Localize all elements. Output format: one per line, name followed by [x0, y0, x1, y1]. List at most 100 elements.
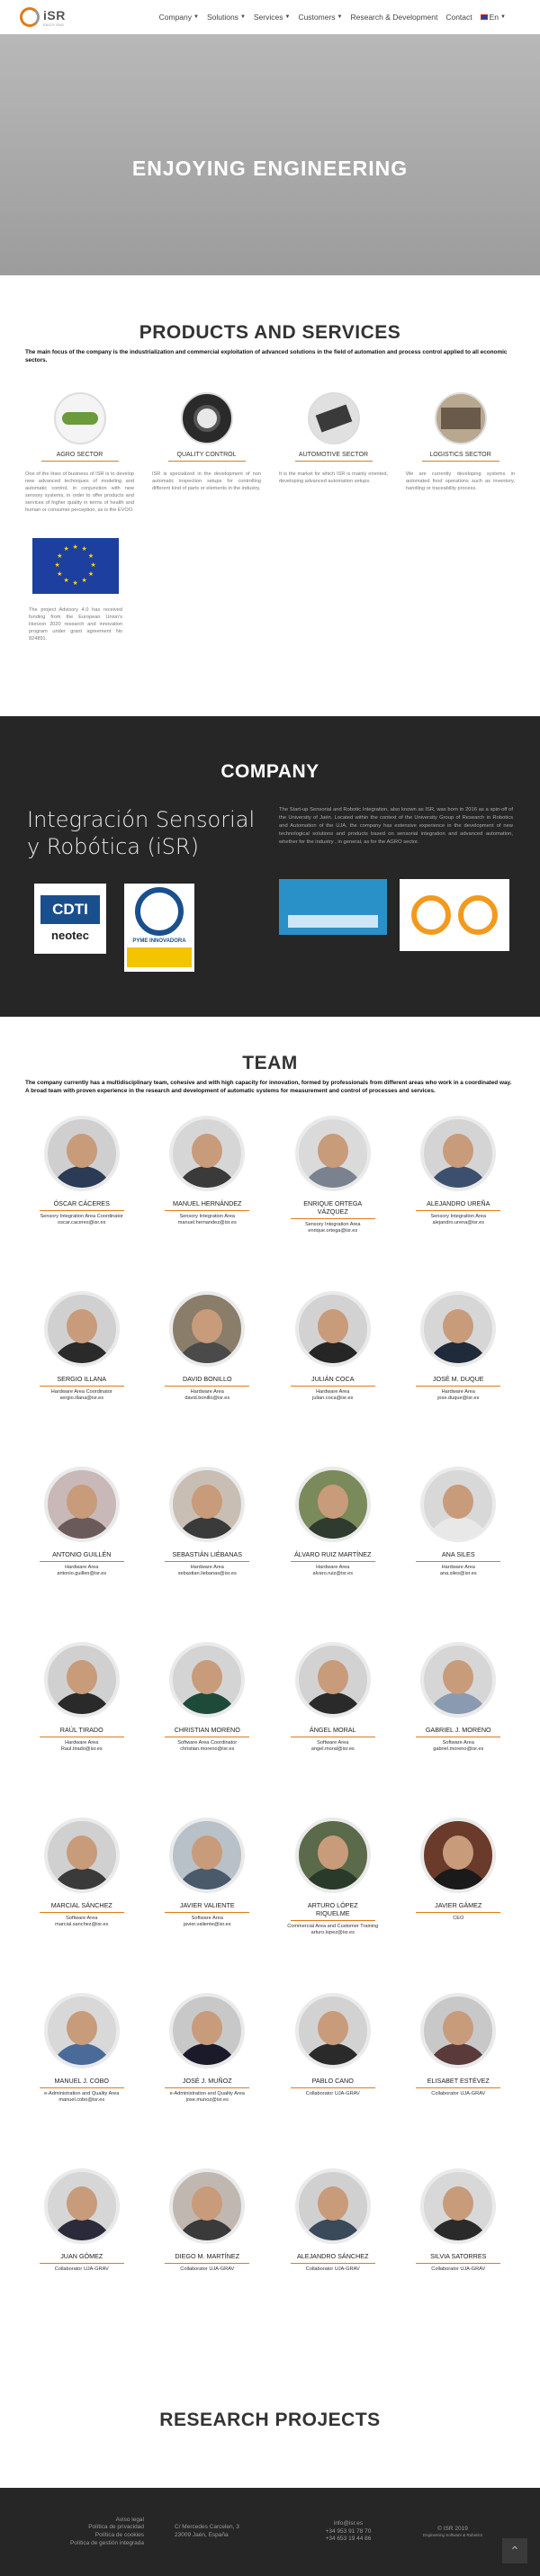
team-member-card: ARTURO LÓPEZ RIQUELME Commercial Area and…: [276, 1818, 390, 1993]
member-name: ÁLVARO RUIZ MARTÍNEZ: [290, 1550, 375, 1563]
product-label[interactable]: AGRO SECTOR: [40, 452, 119, 462]
member-email[interactable]: julian.coca@isr.es: [276, 1396, 390, 1402]
caret-down-icon: ▼: [194, 14, 199, 20]
member-email[interactable]: gabriel.moreno@isr.es: [402, 1746, 516, 1753]
team-member-card: PABLO CANO Collaborator UJA-GRAV: [276, 1993, 390, 2168]
footer-legal-links: Aviso legal Política de privacidad Polít…: [18, 2517, 144, 2548]
scroll-to-top-button[interactable]: ⌃: [502, 2538, 527, 2564]
menu-item-contact[interactable]: Contact: [446, 13, 472, 22]
products-title: PRODUCTS AND SERVICES: [139, 322, 401, 343]
logo[interactable]: iSR ENJOY ENG: [20, 7, 66, 27]
member-role: Collaborator UJA-GRAV: [305, 2091, 360, 2097]
member-name: DIEGO M. MARTÍNEZ: [165, 2252, 250, 2265]
member-email[interactable]: antonio.guillen@isr.es: [25, 1571, 139, 1577]
member-email[interactable]: sergio.illana@isr.es: [25, 1396, 139, 1402]
member-email[interactable]: ana.siles@isr.es: [402, 1571, 516, 1577]
agro-logo-image[interactable]: [53, 391, 106, 444]
member-email[interactable]: sebastian.liebanas@isr.es: [151, 1571, 265, 1577]
menu-item-solutions[interactable]: Solutions ▼: [207, 13, 246, 22]
product-description: One of the lines of business of ISR is t…: [25, 471, 134, 514]
member-email[interactable]: christian.moreno@isr.es: [151, 1746, 265, 1753]
member-email[interactable]: oscar.caceres@isr.es: [25, 1220, 139, 1226]
eu-star-icon: ★: [90, 561, 96, 569]
legal-notice-link[interactable]: Aviso legal: [18, 2517, 144, 2525]
member-photo: [294, 1116, 371, 1192]
eu-star-icon: ★: [63, 577, 69, 584]
member-photo: [294, 1818, 371, 1894]
member-photo: [294, 1291, 371, 1368]
member-email[interactable]: marcial.sanchez@isr.es: [25, 1922, 139, 1928]
eu-star-icon: ★: [72, 579, 78, 587]
company-description: The Start-up Sensorial and Robotic Integ…: [279, 807, 513, 846]
member-email[interactable]: javier.valiente@isr.es: [151, 1922, 265, 1928]
quality-control-image[interactable]: [180, 391, 233, 444]
member-photo: [43, 1993, 120, 2069]
team-member-card: JULIÁN COCA Hardware Area julian.coca@isr.…: [276, 1291, 390, 1467]
product-label[interactable]: AUTOMOTIVE SECTOR: [294, 452, 373, 462]
member-name: MARCIAL SÁNCHEZ: [39, 1901, 124, 1914]
member-email[interactable]: alvaro.ruiz@isr.es: [276, 1571, 390, 1577]
member-role: Software Area: [191, 1916, 223, 1922]
product-card-logistics: LOGISTICS SECTOR We are currently develo…: [406, 391, 515, 515]
language-selector[interactable]: En ▼: [480, 13, 506, 22]
member-email[interactable]: alejandro.urena@isr.es: [402, 1220, 516, 1226]
member-role: Software Area: [66, 1916, 98, 1922]
team-member-card: MARCIAL SÁNCHEZ Software Area marcial.sanc…: [25, 1818, 139, 1993]
team-member-card: JOSÉ M. DUQUE Hardware Area jose.duque@isr…: [402, 1291, 516, 1467]
member-email[interactable]: enrique.ortega@isr.es: [276, 1228, 390, 1234]
privacy-policy-link[interactable]: Política de privacidad: [18, 2524, 144, 2532]
member-email[interactable]: manuel.hernandez@isr.es: [151, 1220, 265, 1226]
phone-1[interactable]: +34 953 91 78 70: [308, 2528, 389, 2536]
team-grid: ÓSCAR CÁCERES Sensory Integration Area Co…: [25, 1116, 515, 2344]
main-menu: Company ▼ Solutions ▼ Services ▼ Customers ▼…: [159, 13, 506, 22]
team-member-card: SILVIA SATORRES Collaborator UJA-GRAV: [402, 2168, 516, 2344]
integrated-management-link[interactable]: Política de gestión integrada: [18, 2540, 144, 2548]
member-email[interactable]: manuel.cobo@isr.es: [25, 2097, 139, 2104]
member-photo: [43, 1467, 120, 1543]
eu-star-icon: ★: [81, 577, 87, 584]
member-name: GABRIEL J. MORENO: [416, 1726, 501, 1738]
member-role: Collaborator UJA-GRAV: [180, 2266, 235, 2273]
member-name: PABLO CANO: [290, 2077, 375, 2089]
member-email[interactable]: angel.moral@isr.es: [276, 1746, 390, 1753]
member-email[interactable]: arturo.lopez@isr.es: [276, 1930, 390, 1936]
menu-item-services[interactable]: Services ▼: [254, 13, 291, 22]
member-role: Hardware Area: [316, 1565, 350, 1571]
product-description: ISR is specialized in the development of…: [152, 471, 261, 492]
member-photo: [169, 1642, 246, 1719]
member-role: e-Administration and Quality Area: [44, 2091, 120, 2097]
team-lead: The company currently has a multidiscipl…: [25, 1080, 512, 1095]
member-role: Hardware Area: [441, 1565, 475, 1571]
member-photo: [420, 1291, 497, 1368]
phone-2[interactable]: +34 653 19 44 86: [308, 2536, 389, 2544]
eu-flag-icon: ★ ★ ★ ★ ★ ★ ★ ★ ★ ★ ★ ★: [32, 537, 119, 594]
member-name: ÓSCAR CÁCERES: [39, 1199, 124, 1212]
product-label[interactable]: LOGISTICS SECTOR: [421, 452, 500, 462]
menu-item-research[interactable]: Research & Development: [350, 13, 437, 22]
menu-item-customers[interactable]: Customers ▼: [298, 13, 342, 22]
team-member-card: ÓSCAR CÁCERES Sensory Integration Area Co…: [25, 1116, 139, 1291]
menu-item-company[interactable]: Company ▼: [159, 13, 199, 22]
member-name: CHRISTIAN MORENO: [165, 1726, 250, 1738]
member-photo: [420, 2168, 497, 2245]
logistics-image[interactable]: [434, 391, 487, 444]
member-photo: [294, 1993, 371, 2069]
member-email[interactable]: jose.munoz@isr.es: [151, 2097, 265, 2104]
team-member-card: JAVIER GÁMEZ CEO: [402, 1818, 516, 1993]
member-photo: [420, 1818, 497, 1894]
eu-star-icon: ★: [87, 552, 94, 560]
cookies-policy-link[interactable]: Política de cookies: [18, 2532, 144, 2540]
member-role: Sensory Integration Area Coordinator: [40, 1214, 123, 1220]
member-email[interactable]: david.bonillo@isr.es: [151, 1396, 265, 1402]
logo-mark-icon: [20, 7, 40, 27]
team-member-card: JOSÉ J. MUÑOZ e-Administration and Qualit…: [151, 1993, 265, 2168]
logo-subtitle: ENJOY ENG: [43, 22, 65, 27]
team-member-card: SEBASTIÁN LIÉBANAS Hardware Area sebastian…: [151, 1467, 265, 1642]
team-member-card: SERGIO ILLANA Hardware Area Coordinator se…: [25, 1291, 139, 1467]
automotive-image[interactable]: [307, 391, 360, 444]
email-link[interactable]: info@isr.es: [308, 2520, 389, 2528]
member-email[interactable]: jose.duque@isr.es: [402, 1396, 516, 1402]
product-label[interactable]: QUALITY CONTROL: [167, 452, 246, 462]
footer-copyright: © ISR 2019 Engineering Software & Roboti…: [422, 2525, 483, 2538]
member-email[interactable]: Raul.tirado@isr.es: [25, 1746, 139, 1753]
